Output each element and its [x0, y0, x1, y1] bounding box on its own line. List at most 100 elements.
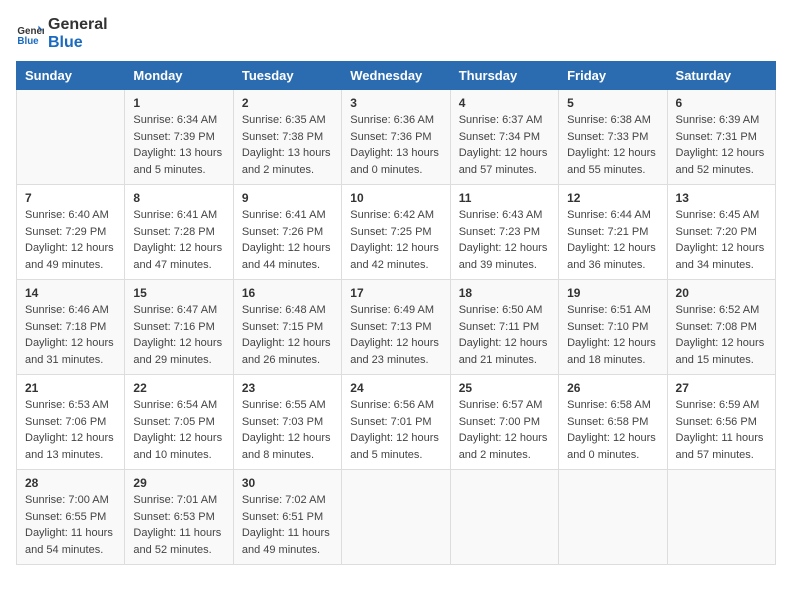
day-detail: Sunrise: 7:00 AMSunset: 6:55 PMDaylight:… [25, 492, 116, 558]
day-number: 30 [242, 476, 333, 490]
day-number: 21 [25, 381, 116, 395]
day-number: 13 [676, 191, 767, 205]
day-detail: Sunrise: 6:35 AMSunset: 7:38 PMDaylight:… [242, 112, 333, 178]
calendar-cell [559, 470, 667, 565]
day-detail: Sunrise: 6:54 AMSunset: 7:05 PMDaylight:… [133, 397, 224, 463]
calendar-cell [667, 470, 775, 565]
day-detail: Sunrise: 6:38 AMSunset: 7:33 PMDaylight:… [567, 112, 658, 178]
calendar-cell: 12 Sunrise: 6:44 AMSunset: 7:21 PMDayligh… [559, 185, 667, 280]
calendar-cell: 3 Sunrise: 6:36 AMSunset: 7:36 PMDaylight… [342, 90, 450, 185]
day-detail: Sunrise: 6:58 AMSunset: 6:58 PMDaylight:… [567, 397, 658, 463]
calendar-cell: 6Sunrise: 6:39 AMSunset: 7:31 PMDaylight… [667, 90, 775, 185]
day-detail: Sunrise: 6:41 AMSunset: 7:26 PMDaylight:… [242, 207, 333, 273]
day-detail: Sunrise: 6:48 AMSunset: 7:15 PMDaylight:… [242, 302, 333, 368]
day-number: 28 [25, 476, 116, 490]
day-detail: Sunrise: 7:02 AMSunset: 6:51 PMDaylight:… [242, 492, 333, 558]
day-number: 17 [350, 286, 441, 300]
day-number: 20 [676, 286, 767, 300]
calendar-cell: 22 Sunrise: 6:54 AMSunset: 7:05 PMDayligh… [125, 375, 233, 470]
day-number: 8 [133, 191, 224, 205]
day-detail: Sunrise: 6:37 AMSunset: 7:34 PMDaylight:… [459, 112, 550, 178]
day-detail: Sunrise: 6:40 AMSunset: 7:29 PMDaylight:… [25, 207, 116, 273]
week-row-2: 7 Sunrise: 6:40 AMSunset: 7:29 PMDaylight… [17, 185, 776, 280]
day-detail: Sunrise: 6:50 AMSunset: 7:11 PMDaylight:… [459, 302, 550, 368]
day-detail: Sunrise: 6:46 AMSunset: 7:18 PMDaylight:… [25, 302, 116, 368]
day-number: 19 [567, 286, 658, 300]
dow-sunday: Sunday [17, 62, 125, 90]
day-number: 2 [242, 96, 333, 110]
day-number: 3 [350, 96, 441, 110]
day-number: 24 [350, 381, 441, 395]
calendar-cell: 1Sunrise: 6:34 AMSunset: 7:39 PMDaylight… [125, 90, 233, 185]
day-of-week-header: SundayMondayTuesdayWednesdayThursdayFrid… [17, 62, 776, 90]
calendar-cell: 30 Sunrise: 7:02 AMSunset: 6:51 PMDayligh… [233, 470, 341, 565]
calendar-cell [450, 470, 558, 565]
page-header: General Blue General Blue [16, 16, 776, 51]
day-detail: Sunrise: 6:47 AMSunset: 7:16 PMDaylight:… [133, 302, 224, 368]
logo: General Blue General Blue [16, 16, 108, 51]
calendar-cell: 15 Sunrise: 6:47 AMSunset: 7:16 PMDayligh… [125, 280, 233, 375]
dow-monday: Monday [125, 62, 233, 90]
day-detail: Sunrise: 6:43 AMSunset: 7:23 PMDaylight:… [459, 207, 550, 273]
week-row-3: 14 Sunrise: 6:46 AMSunset: 7:18 PMDayligh… [17, 280, 776, 375]
dow-tuesday: Tuesday [233, 62, 341, 90]
day-number: 9 [242, 191, 333, 205]
day-detail: Sunrise: 6:56 AMSunset: 7:01 PMDaylight:… [350, 397, 441, 463]
day-detail: Sunrise: 6:44 AMSunset: 7:21 PMDaylight:… [567, 207, 658, 273]
calendar-cell: 17Sunrise: 6:49 AMSunset: 7:13 PMDayligh… [342, 280, 450, 375]
calendar-cell: 21 Sunrise: 6:53 AMSunset: 7:06 PMDayligh… [17, 375, 125, 470]
calendar-cell: 18 Sunrise: 6:50 AMSunset: 7:11 PMDayligh… [450, 280, 558, 375]
calendar-cell: 8Sunrise: 6:41 AMSunset: 7:28 PMDaylight… [125, 185, 233, 280]
day-number: 16 [242, 286, 333, 300]
day-number: 12 [567, 191, 658, 205]
day-number: 4 [459, 96, 550, 110]
day-detail: Sunrise: 6:52 AMSunset: 7:08 PMDaylight:… [676, 302, 767, 368]
logo-general: General [48, 16, 108, 34]
day-number: 22 [133, 381, 224, 395]
day-detail: Sunrise: 6:34 AMSunset: 7:39 PMDaylight:… [133, 112, 224, 178]
calendar-cell: 13Sunrise: 6:45 AMSunset: 7:20 PMDayligh… [667, 185, 775, 280]
day-number: 18 [459, 286, 550, 300]
day-detail: Sunrise: 6:39 AMSunset: 7:31 PMDaylight:… [676, 112, 767, 178]
day-number: 15 [133, 286, 224, 300]
day-detail: Sunrise: 6:55 AMSunset: 7:03 PMDaylight:… [242, 397, 333, 463]
day-number: 26 [567, 381, 658, 395]
day-number: 23 [242, 381, 333, 395]
day-number: 7 [25, 191, 116, 205]
day-number: 29 [133, 476, 224, 490]
week-row-1: 1Sunrise: 6:34 AMSunset: 7:39 PMDaylight… [17, 90, 776, 185]
calendar-cell: 28 Sunrise: 7:00 AMSunset: 6:55 PMDayligh… [17, 470, 125, 565]
calendar-cell: 25Sunrise: 6:57 AMSunset: 7:00 PMDayligh… [450, 375, 558, 470]
calendar-cell [17, 90, 125, 185]
day-detail: Sunrise: 7:01 AMSunset: 6:53 PMDaylight:… [133, 492, 224, 558]
calendar-cell [342, 470, 450, 565]
calendar-cell: 27Sunrise: 6:59 AMSunset: 6:56 PMDayligh… [667, 375, 775, 470]
day-detail: Sunrise: 6:36 AMSunset: 7:36 PMDaylight:… [350, 112, 441, 178]
calendar-cell: 5 Sunrise: 6:38 AMSunset: 7:33 PMDaylight… [559, 90, 667, 185]
calendar-cell: 19Sunrise: 6:51 AMSunset: 7:10 PMDayligh… [559, 280, 667, 375]
week-row-4: 21 Sunrise: 6:53 AMSunset: 7:06 PMDayligh… [17, 375, 776, 470]
calendar-cell: 24 Sunrise: 6:56 AMSunset: 7:01 PMDayligh… [342, 375, 450, 470]
dow-friday: Friday [559, 62, 667, 90]
day-detail: Sunrise: 6:42 AMSunset: 7:25 PMDaylight:… [350, 207, 441, 273]
day-detail: Sunrise: 6:53 AMSunset: 7:06 PMDaylight:… [25, 397, 116, 463]
day-number: 11 [459, 191, 550, 205]
day-number: 14 [25, 286, 116, 300]
calendar-cell: 16 Sunrise: 6:48 AMSunset: 7:15 PMDayligh… [233, 280, 341, 375]
dow-thursday: Thursday [450, 62, 558, 90]
calendar-cell: 20 Sunrise: 6:52 AMSunset: 7:08 PMDayligh… [667, 280, 775, 375]
calendar-cell: 2 Sunrise: 6:35 AMSunset: 7:38 PMDaylight… [233, 90, 341, 185]
svg-text:Blue: Blue [17, 35, 39, 46]
calendar-body: 1Sunrise: 6:34 AMSunset: 7:39 PMDaylight… [17, 90, 776, 565]
logo-icon: General Blue [16, 20, 44, 48]
calendar-cell: 26 Sunrise: 6:58 AMSunset: 6:58 PMDayligh… [559, 375, 667, 470]
calendar-cell: 7 Sunrise: 6:40 AMSunset: 7:29 PMDaylight… [17, 185, 125, 280]
logo-blue: Blue [48, 34, 108, 52]
calendar-cell: 29 Sunrise: 7:01 AMSunset: 6:53 PMDayligh… [125, 470, 233, 565]
day-number: 5 [567, 96, 658, 110]
calendar-cell: 4 Sunrise: 6:37 AMSunset: 7:34 PMDaylight… [450, 90, 558, 185]
dow-saturday: Saturday [667, 62, 775, 90]
day-detail: Sunrise: 6:59 AMSunset: 6:56 PMDaylight:… [676, 397, 767, 463]
week-row-5: 28 Sunrise: 7:00 AMSunset: 6:55 PMDayligh… [17, 470, 776, 565]
calendar-cell: 14 Sunrise: 6:46 AMSunset: 7:18 PMDayligh… [17, 280, 125, 375]
